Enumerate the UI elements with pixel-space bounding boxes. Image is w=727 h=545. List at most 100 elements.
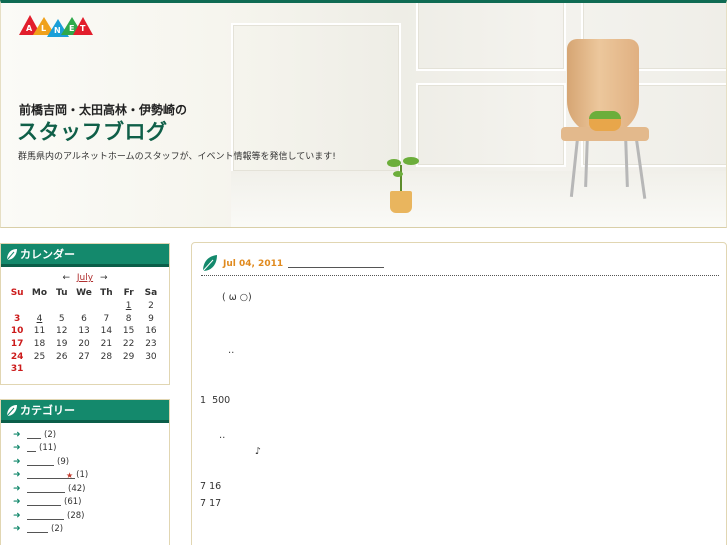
calendar-day: 25 bbox=[33, 351, 46, 362]
calendar-day: 2 bbox=[148, 301, 154, 312]
category-item[interactable]: ➜ (61) bbox=[13, 496, 169, 510]
calendar-day[interactable]: 4 bbox=[28, 312, 50, 325]
calendar-day: 22 bbox=[122, 339, 135, 350]
calendar-grid: Su Mo Tu We Th Fr Sa 1 2 3 4 5 6 7 8 9 10 11 12 13 14 15 16 17… bbox=[6, 287, 162, 376]
category-count: (1) bbox=[76, 470, 89, 481]
category-count: (9) bbox=[57, 456, 70, 467]
category-item[interactable]: ➜ (2) bbox=[13, 428, 169, 442]
next-month-arrow-icon[interactable]: → bbox=[100, 273, 108, 283]
categories-widget: カテゴリー ➜ (2) ➜ (11) ➜ (9) ➜ ★ (1) ➜ (42) ➜ (61) ➜ (28) ➜… bbox=[0, 399, 170, 545]
current-month-link[interactable]: July bbox=[77, 273, 93, 283]
category-item[interactable]: ➜ (42) bbox=[13, 482, 169, 496]
calendar-empty-cell bbox=[73, 363, 95, 376]
calendar-day: 30 bbox=[145, 351, 157, 362]
category-link[interactable] bbox=[27, 431, 41, 439]
calendar-day: 29 bbox=[122, 351, 135, 362]
arrow-right-icon: ➜ bbox=[13, 483, 21, 494]
category-count: (42) bbox=[68, 483, 86, 494]
arrow-right-icon: ➜ bbox=[13, 497, 21, 508]
category-item[interactable]: ➜ ★ (1) bbox=[13, 469, 169, 483]
arrow-right-icon: ➜ bbox=[13, 456, 21, 467]
categories-header: カテゴリー bbox=[1, 400, 169, 423]
alnet-logo[interactable]: A L N E T bbox=[19, 13, 93, 39]
arrow-right-icon: ➜ bbox=[13, 524, 21, 535]
entry-line: ‥ bbox=[219, 430, 226, 441]
arrow-right-icon: ➜ bbox=[13, 443, 21, 454]
category-item[interactable]: ➜ (9) bbox=[13, 455, 169, 469]
calendar-day: 31 bbox=[10, 364, 24, 375]
calendar-empty-cell bbox=[6, 300, 28, 313]
weekday-label: Th bbox=[100, 288, 113, 299]
category-item[interactable]: ➜ (11) bbox=[13, 442, 169, 456]
header-stripe bbox=[1, 420, 169, 423]
small-plant-stem bbox=[400, 165, 402, 191]
prev-month-arrow-icon[interactable]: ← bbox=[62, 273, 70, 283]
small-plant-leaf bbox=[403, 157, 419, 165]
calendar-empty-cell bbox=[51, 363, 73, 376]
category-item[interactable]: ➜ (2) bbox=[13, 523, 169, 537]
weekday-label: Tu bbox=[55, 288, 68, 299]
entry-line: 1 500 bbox=[200, 395, 231, 406]
category-link[interactable] bbox=[27, 458, 54, 466]
wall-panel bbox=[416, 83, 566, 167]
leaf-icon bbox=[6, 248, 17, 260]
calendar-empty-cell bbox=[117, 363, 139, 376]
logo-letter: A bbox=[26, 24, 33, 33]
leaf-icon bbox=[6, 404, 17, 416]
calendar-day: 7 bbox=[103, 313, 110, 324]
calendar-widget: カレンダー ← July → Su Mo Tu We Th Fr Sa 1234567891… bbox=[0, 243, 170, 385]
logo-letter: L bbox=[41, 24, 46, 33]
calendar-empty-cell bbox=[95, 300, 117, 313]
category-link[interactable] bbox=[27, 512, 64, 520]
categories-heading: カテゴリー bbox=[20, 404, 75, 417]
calendar-day: 5 bbox=[58, 313, 65, 324]
weekday-label: Sa bbox=[144, 288, 158, 299]
logo-letter: E bbox=[69, 24, 74, 33]
category-link[interactable] bbox=[27, 525, 48, 534]
calendar-week-row: 17 18 19 20 21 22 23 bbox=[6, 338, 162, 351]
header-stripe bbox=[1, 264, 169, 267]
calendar-empty-cell bbox=[73, 300, 95, 313]
calendar-day: 18 bbox=[33, 339, 46, 350]
entry-line: ‥ bbox=[228, 345, 235, 356]
calendar-empty-cell bbox=[51, 300, 73, 313]
logo-letter: T bbox=[80, 24, 86, 33]
calendar-day: 3 bbox=[14, 313, 21, 324]
calendar-day: 11 bbox=[33, 326, 46, 337]
blog-description: 群馬県内のアルネットホームのスタッフが、イベント情報等を発信しています! bbox=[18, 152, 336, 162]
arrow-right-icon: ➜ bbox=[13, 429, 21, 440]
calendar-day: 14 bbox=[100, 326, 113, 337]
star-icon: ★ bbox=[66, 470, 74, 480]
calendar-day: 12 bbox=[56, 326, 68, 337]
calendar-day[interactable]: 1 bbox=[117, 300, 139, 313]
logo-letter: N bbox=[54, 26, 61, 35]
category-link[interactable] bbox=[27, 498, 61, 507]
calendar-nav: ← July → bbox=[1, 273, 169, 286]
calendar-header: カレンダー bbox=[1, 244, 169, 267]
category-link[interactable] bbox=[27, 444, 36, 453]
calendar-day: 9 bbox=[148, 313, 154, 324]
calendar-empty-cell bbox=[95, 363, 117, 376]
weekday-label: Su bbox=[10, 288, 24, 299]
calendar-week-row: 345 6 7 8 9 bbox=[6, 312, 162, 325]
small-plant-leaf bbox=[393, 171, 403, 177]
small-plant-leaf bbox=[387, 159, 401, 167]
calendar-day: 6 bbox=[81, 313, 87, 324]
blog-entry: Jul 04, 2011 ( ω ○) ‥ 1 500 ‥ ♪ 7 16 7 1… bbox=[191, 242, 727, 545]
blog-title[interactable]: スタッフブログ bbox=[17, 116, 168, 146]
floor bbox=[231, 171, 726, 227]
entry-title-link[interactable] bbox=[288, 267, 384, 268]
small-plant-pot bbox=[390, 191, 412, 213]
entry-header: Jul 04, 2011 bbox=[201, 252, 719, 276]
wall-panel bbox=[416, 3, 566, 71]
category-count: (11) bbox=[39, 443, 57, 454]
category-item[interactable]: ➜ (28) bbox=[13, 509, 169, 523]
category-link[interactable] bbox=[27, 485, 65, 493]
weekday-label: We bbox=[76, 288, 92, 299]
entry-date: Jul 04, 2011 bbox=[223, 259, 284, 269]
calendar-week-row: 24 25 26 27 28 29 30 bbox=[6, 350, 162, 363]
blog-header: A L N E T 前橋吉岡・太田高林・伊勢崎の スタッフブログ 群馬県内のアル… bbox=[0, 0, 727, 228]
calendar-day: 28 bbox=[100, 351, 113, 362]
category-list: ➜ (2) ➜ (11) ➜ (9) ➜ ★ (1) ➜ (42) ➜ (61) ➜ (28) ➜ (2) bbox=[13, 428, 169, 536]
calendar-day: 20 bbox=[78, 339, 90, 350]
